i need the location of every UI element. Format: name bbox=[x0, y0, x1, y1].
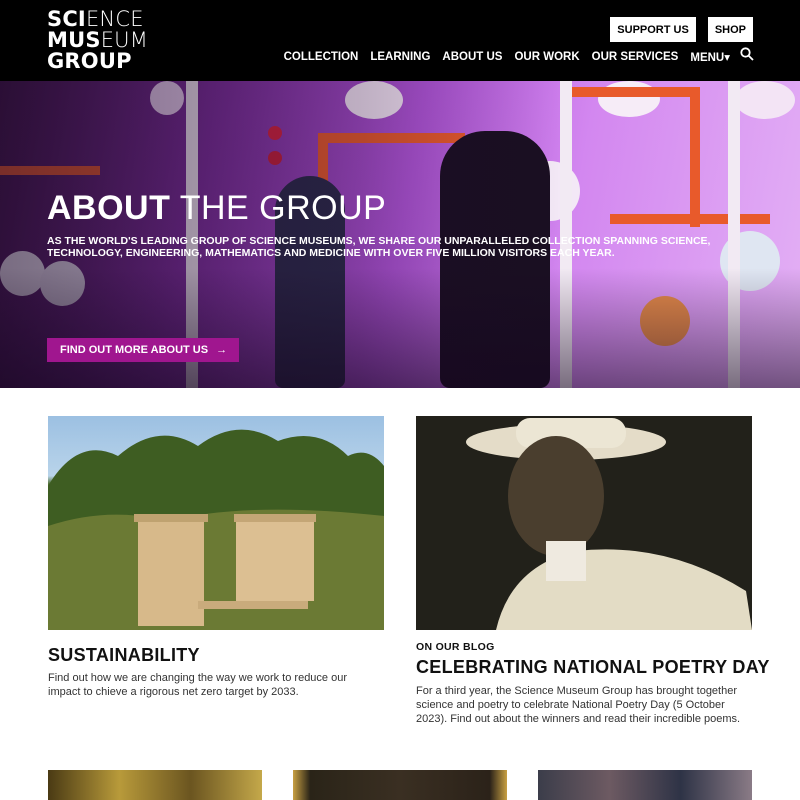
nav-item-our-work[interactable]: OUR WORK bbox=[514, 51, 579, 63]
card-image[interactable] bbox=[538, 770, 752, 800]
main-nav: COLLECTION LEARNING ABOUT US OUR WORK OU… bbox=[272, 47, 754, 64]
poetry-day-description: For a third year, the Science Museum Gro… bbox=[416, 685, 741, 725]
search-icon[interactable] bbox=[740, 47, 754, 61]
sustainability-description: Find out how we are changing the way we … bbox=[48, 672, 347, 698]
site-header: SCIENCE MUSEUM GROUP SUPPORT US SHOP COL… bbox=[0, 0, 800, 81]
hero-description: AS THE WORLD'S LEADING GROUP OF SCIENCE … bbox=[47, 235, 711, 259]
nav-item-about-us[interactable]: ABOUT US bbox=[442, 51, 502, 63]
logo-text: GROUP bbox=[47, 49, 132, 73]
hero-title-light: THE GROUP bbox=[170, 189, 387, 227]
poetry-day-image[interactable] bbox=[416, 416, 752, 630]
find-out-more-button[interactable]: FIND OUT MORE ABOUT US → bbox=[47, 338, 240, 362]
hero-banner: ABOUT THE GROUP AS THE WORLD'S LEADING G… bbox=[0, 81, 800, 388]
hero-title: ABOUT THE GROUP bbox=[47, 189, 386, 228]
hero-title-bold: ABOUT bbox=[47, 189, 171, 227]
header-actions: SUPPORT US SHOP bbox=[610, 17, 753, 42]
portrait-illustration bbox=[416, 416, 752, 630]
shop-button[interactable]: SHOP bbox=[707, 17, 753, 42]
sustainability-title[interactable]: SUSTAINABILITY bbox=[48, 645, 200, 666]
cta-label: FIND OUT MORE ABOUT US bbox=[60, 344, 209, 356]
hero-overlay bbox=[0, 268, 800, 388]
poetry-day-title[interactable]: CELEBRATING NATIONAL POETRY DAY bbox=[416, 657, 770, 678]
nav-item-menu[interactable]: MENU▾ bbox=[690, 50, 730, 64]
arrow-right-icon: → bbox=[216, 344, 228, 356]
card-image[interactable] bbox=[48, 770, 262, 800]
science-museum-group-logo[interactable]: SCIENCE MUSEUM GROUP bbox=[47, 9, 148, 72]
support-us-button[interactable]: SUPPORT US bbox=[610, 17, 696, 42]
nav-item-learning[interactable]: LEARNING bbox=[370, 51, 430, 63]
beehives-illustration bbox=[48, 429, 384, 630]
blog-eyebrow: ON OUR BLOG bbox=[416, 641, 495, 653]
card-image[interactable] bbox=[293, 770, 507, 800]
nav-item-our-services[interactable]: OUR SERVICES bbox=[592, 51, 679, 63]
sustainability-image[interactable] bbox=[48, 416, 384, 630]
nav-item-collection[interactable]: COLLECTION bbox=[284, 51, 359, 63]
